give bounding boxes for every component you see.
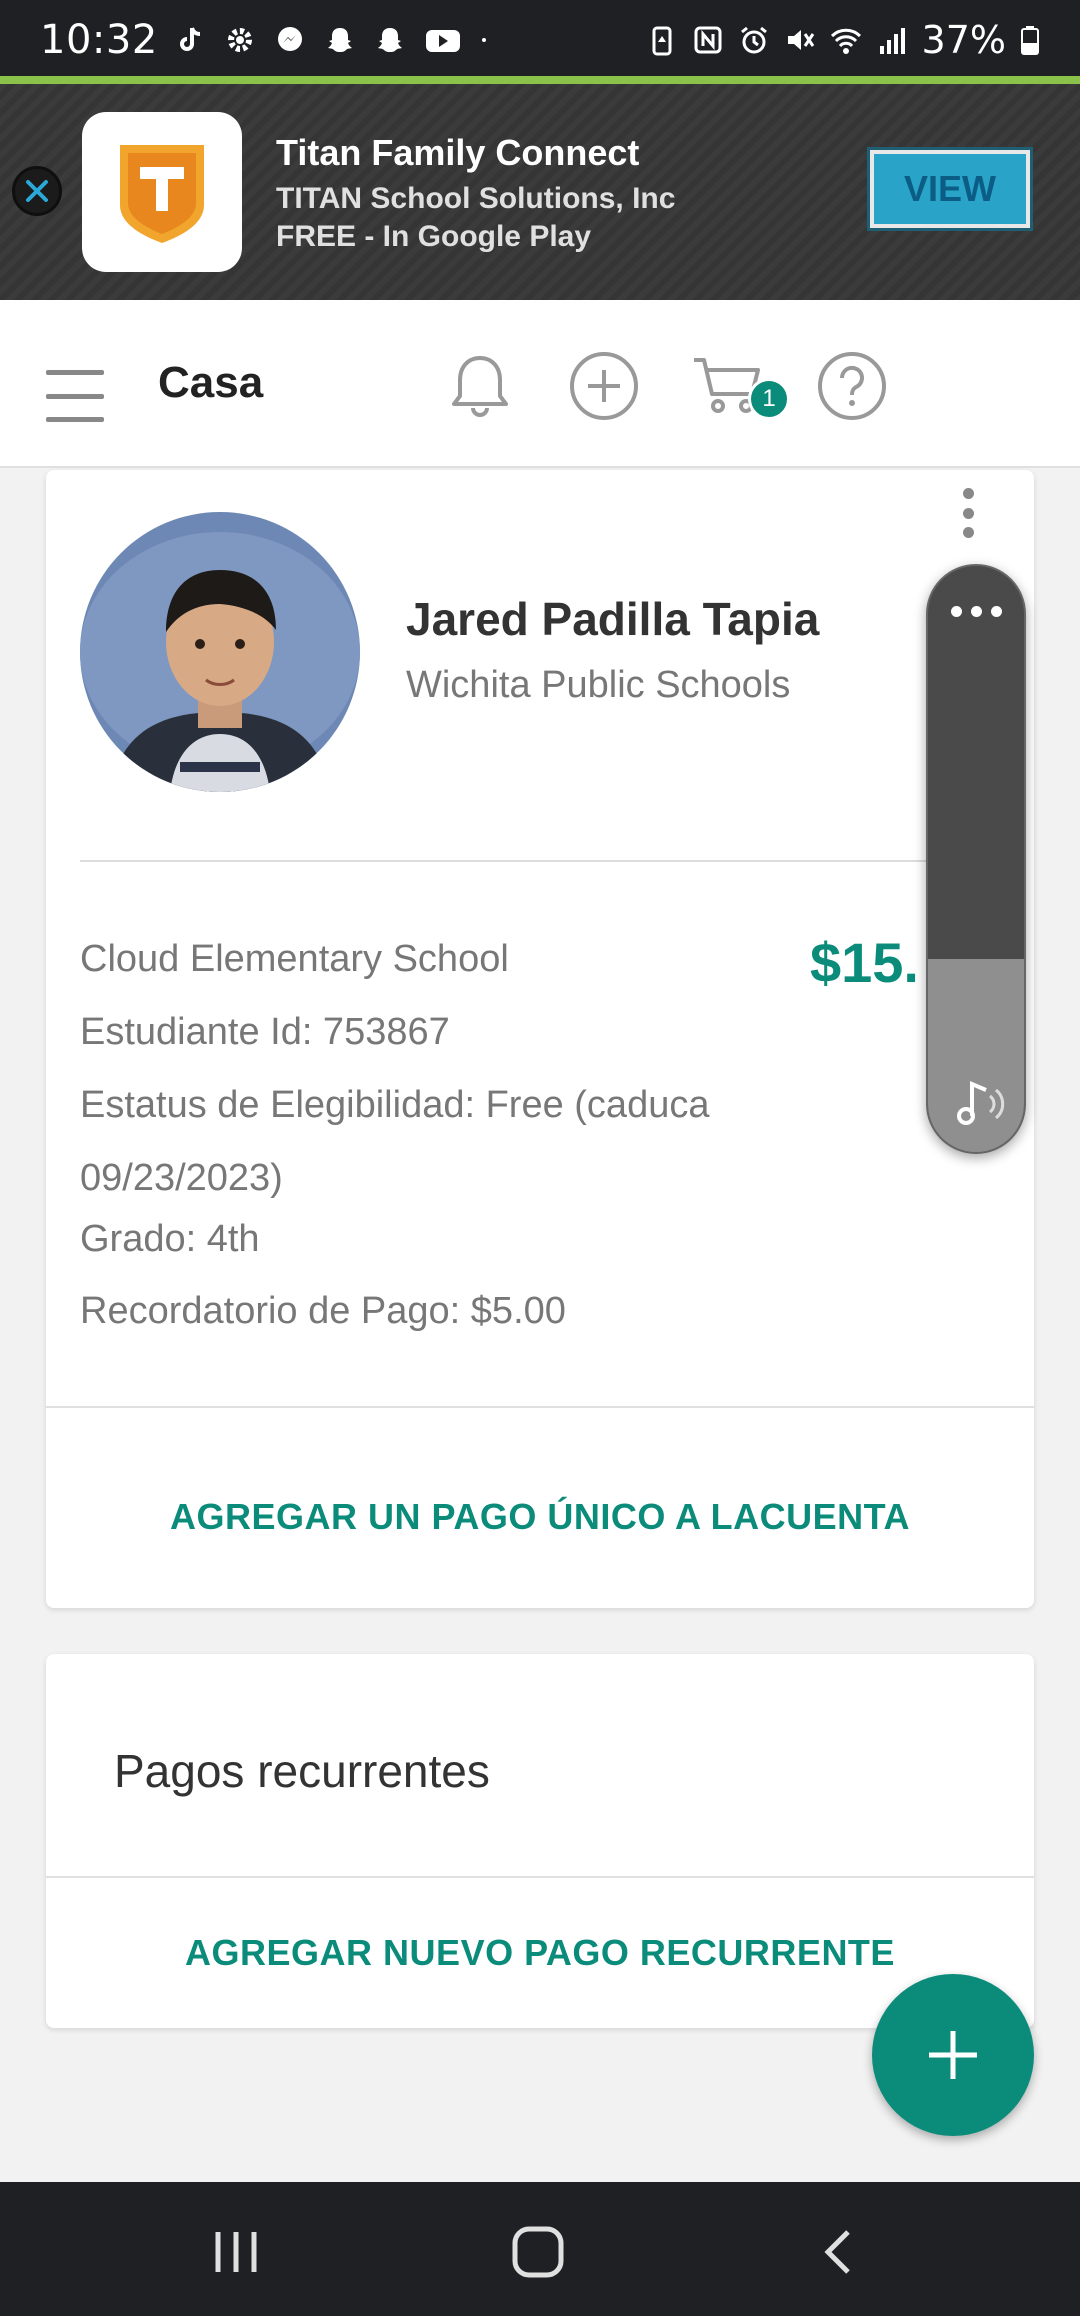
messenger-icon xyxy=(277,27,302,51)
wifi-icon xyxy=(830,28,861,54)
battery-saver-icon xyxy=(652,26,672,56)
school-name: Cloud Elementary School xyxy=(80,938,509,980)
student-avatar xyxy=(80,512,360,792)
back-icon[interactable] xyxy=(800,2212,880,2292)
divider xyxy=(80,860,1000,862)
youtube-icon xyxy=(425,30,460,52)
help-icon[interactable] xyxy=(814,348,890,424)
payment-reminder: Recordatorio de Pago: $5.00 xyxy=(80,1290,566,1332)
add-fab-button[interactable] xyxy=(872,1974,1034,2136)
nfc-icon xyxy=(694,26,722,54)
mute-icon xyxy=(787,30,814,50)
menu-icon[interactable] xyxy=(46,370,104,422)
ad-price-store: FREE - In Google Play xyxy=(276,220,592,253)
ad-app-logo xyxy=(82,112,242,272)
ad-company: TITAN School Solutions, Inc xyxy=(276,182,676,215)
more-notifications-icon xyxy=(481,38,486,42)
titan-shield-icon xyxy=(120,145,204,243)
recent-apps-icon[interactable] xyxy=(196,2212,276,2292)
more-options-icon[interactable] xyxy=(958,488,978,538)
alarm-icon xyxy=(740,26,767,54)
add-one-time-payment-button[interactable]: AGREGAR UN PAGO ÚNICO A LACUENTA xyxy=(46,1496,1034,1538)
divider xyxy=(46,1406,1034,1408)
ad-banner[interactable]: Titan Family Connect TITAN School Soluti… xyxy=(0,84,1080,300)
ad-close-button[interactable] xyxy=(12,166,62,216)
page-title: Casa xyxy=(158,358,264,407)
plus-icon xyxy=(929,2031,977,2079)
eligibility-status: Estatus de Elegibilidad: Free (caduca xyxy=(80,1084,710,1126)
student-name: Jared Padilla Tapia xyxy=(406,593,820,645)
recurring-payments-title: Pagos recurrentes xyxy=(114,1745,490,1797)
ad-title: Titan Family Connect xyxy=(276,132,640,173)
cart-count-badge: 1 xyxy=(748,378,790,420)
tiktok-icon xyxy=(179,27,200,51)
add-recurring-payment-button[interactable]: AGREGAR NUEVO PAGO RECURRENTE xyxy=(46,1932,1034,1974)
student-id: Estudiante Id: 753867 xyxy=(80,1011,450,1053)
app-header: Casa xyxy=(0,300,1080,468)
notification-icons xyxy=(174,24,496,56)
settings-icon xyxy=(227,28,252,52)
snapchat-icon xyxy=(327,28,352,52)
divider xyxy=(46,1876,1034,1878)
snapchat-icon xyxy=(377,28,402,52)
system-icons: 37% xyxy=(646,18,1040,62)
add-circle-icon[interactable] xyxy=(566,348,642,424)
status-time: 10:32 xyxy=(40,17,158,63)
media-volume-icon xyxy=(957,1080,1005,1125)
volume-slider[interactable] xyxy=(926,564,1026,1154)
school-district: Wichita Public Schools xyxy=(406,664,791,706)
bell-icon[interactable] xyxy=(442,348,518,424)
status-divider xyxy=(0,76,1080,84)
battery-icon xyxy=(1021,26,1039,55)
status-bar: 10:32 37% xyxy=(0,0,1080,80)
grade: Grado: 4th xyxy=(80,1218,260,1260)
account-balance: $15. xyxy=(810,931,919,994)
volume-more-icon[interactable] xyxy=(928,606,1024,617)
close-icon xyxy=(26,180,48,202)
ad-view-button[interactable]: VIEW xyxy=(867,147,1033,231)
home-icon[interactable] xyxy=(498,2212,578,2292)
student-photo xyxy=(80,512,360,792)
battery-percent: 37% xyxy=(921,18,1006,62)
eligibility-expiry: 09/23/2023) xyxy=(80,1157,283,1199)
system-nav-bar xyxy=(0,2182,1080,2316)
signal-icon xyxy=(879,28,905,54)
